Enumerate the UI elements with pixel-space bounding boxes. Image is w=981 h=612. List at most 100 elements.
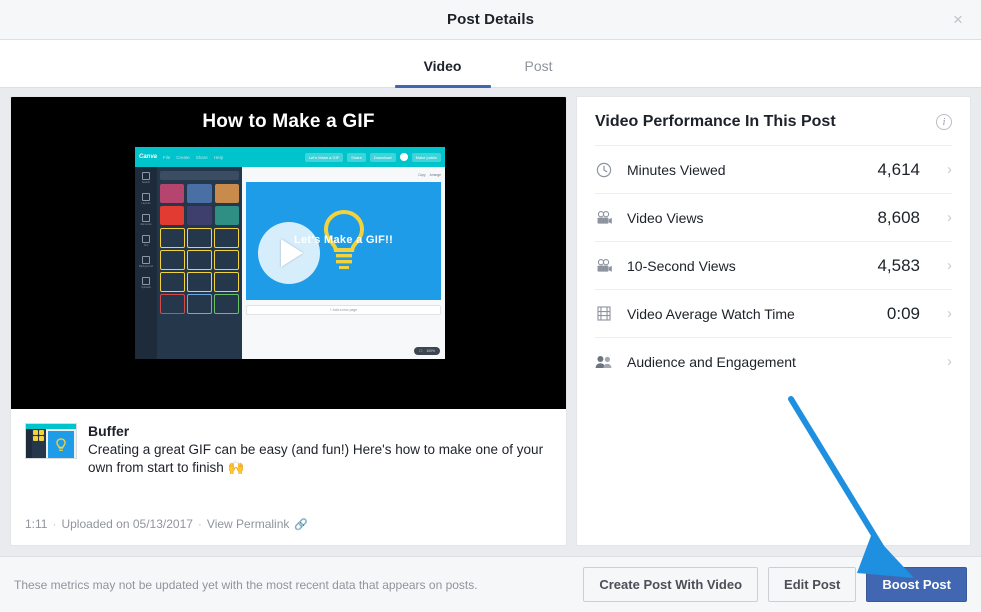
- canva-tile: [215, 206, 239, 225]
- thumb-swatch: [33, 430, 38, 435]
- video-duration: 1:11: [25, 517, 47, 531]
- canva-action-download: Download: [370, 153, 396, 162]
- canva-menu-item: Help: [214, 155, 223, 160]
- dialog-header: Post Details ×: [0, 0, 981, 40]
- post-header: Buffer Creating a great GIF can be easy …: [25, 423, 552, 477]
- rail-item-uploads: Uploads: [139, 277, 153, 289]
- canva-elements-panel: [157, 167, 242, 359]
- canva-tool-copy: Copy: [418, 173, 425, 177]
- play-icon: [281, 239, 303, 267]
- grid-icon: [160, 250, 185, 270]
- metric-value: 4,614: [877, 160, 920, 180]
- search-icon: [142, 172, 150, 180]
- close-icon[interactable]: ×: [947, 9, 969, 31]
- chevron-right-icon: ›: [934, 209, 952, 226]
- canva-tool-arrange: Arrange: [430, 173, 441, 177]
- canva-action-public: Make public: [412, 153, 441, 162]
- grid-icon: [160, 294, 185, 314]
- video-overlay-title: How to Make a GIF: [11, 111, 566, 133]
- info-icon[interactable]: i: [936, 114, 952, 130]
- rail-item-background: Background: [139, 256, 153, 268]
- metric-label: Video Views: [627, 210, 863, 226]
- post-thumbnail[interactable]: [25, 423, 77, 459]
- metric-row-average-watch-time[interactable]: Video Average Watch Time 0:09 ›: [595, 289, 952, 337]
- metric-label: Video Average Watch Time: [627, 306, 873, 322]
- post-meta: 1:11 · Uploaded on 05/13/2017 · View Per…: [25, 517, 552, 545]
- grid-icon: [187, 294, 212, 314]
- meta-separator: ·: [52, 517, 56, 531]
- canva-menu-item: Share: [196, 155, 208, 160]
- metric-label: 10-Second Views: [627, 258, 863, 274]
- rail-label: Layouts: [141, 202, 150, 205]
- thumb-swatch: [33, 436, 38, 441]
- chevron-right-icon: ›: [934, 305, 952, 322]
- canva-add-page-button: + Add a new page: [246, 305, 441, 315]
- thumb-swatch: [39, 430, 44, 435]
- metric-row-video-views[interactable]: Video Views 8,608 ›: [595, 193, 952, 241]
- post-message: Creating a great GIF can be easy (and fu…: [88, 441, 550, 477]
- thumb-swatch: [39, 436, 44, 441]
- text-icon: [142, 235, 150, 243]
- post-body: Buffer Creating a great GIF can be easy …: [88, 423, 550, 477]
- metric-label: Minutes Viewed: [627, 162, 863, 178]
- dialog-body: How to Make a GIF Canva File Create Shar…: [0, 88, 981, 556]
- rail-item-layouts: Layouts: [139, 193, 153, 205]
- rail-label: Elements: [141, 223, 152, 226]
- canva-menu-item: Create: [176, 155, 190, 160]
- thumb-panel: [32, 429, 46, 459]
- boost-post-button[interactable]: Boost Post: [866, 567, 967, 602]
- tab-post[interactable]: Post: [491, 58, 587, 87]
- metric-value: 4,583: [877, 256, 920, 276]
- meta-separator: ·: [198, 517, 202, 531]
- tab-video[interactable]: Video: [395, 58, 491, 87]
- metric-value: 0:09: [887, 304, 920, 324]
- canva-logo: Canva: [139, 154, 157, 160]
- video-post-card: How to Make a GIF Canva File Create Shar…: [10, 96, 567, 546]
- video-camera-icon: [595, 259, 613, 273]
- grid-icon: [187, 250, 212, 270]
- canva-toggle-icon: [400, 153, 408, 161]
- canva-zoom-value: 100%: [426, 349, 435, 353]
- metrics-disclaimer: These metrics may not be updated yet wit…: [14, 578, 573, 592]
- dialog-footer: These metrics may not be updated yet wit…: [0, 556, 981, 612]
- video-performance-panel: Video Performance In This Post i Minutes…: [576, 96, 971, 546]
- rail-item-search: Search: [139, 172, 153, 184]
- video-player[interactable]: How to Make a GIF Canva File Create Shar…: [11, 97, 566, 409]
- post-author: Buffer: [88, 423, 550, 439]
- canva-side-rail: Search Layouts Elements: [135, 167, 157, 359]
- create-post-with-video-button[interactable]: Create Post With Video: [583, 567, 758, 602]
- canva-tile: [187, 206, 211, 225]
- layouts-icon: [142, 193, 150, 201]
- post-details-dialog: Post Details × Video Post How to Make a …: [0, 0, 981, 612]
- metric-row-minutes-viewed[interactable]: Minutes Viewed 4,614 ›: [595, 145, 952, 193]
- canva-search-input: [160, 171, 239, 180]
- video-camera-icon: [595, 211, 613, 225]
- chevron-right-icon: ›: [934, 353, 952, 370]
- rail-item-elements: Elements: [139, 214, 153, 226]
- canva-tile: [160, 184, 184, 203]
- grid-icon: [214, 250, 239, 270]
- canva-canvas-tools: Copy Arrange: [246, 171, 441, 179]
- view-permalink-link[interactable]: View Permalink: [207, 517, 289, 531]
- canva-action-share: Share: [347, 153, 366, 162]
- rail-label: Background: [139, 265, 153, 268]
- grid-icon: [160, 272, 185, 292]
- metric-row-audience-engagement[interactable]: Audience and Engagement ›: [595, 337, 952, 385]
- lightbulb-icon: [55, 438, 67, 452]
- grid-icon: [187, 228, 212, 248]
- tab-post-label: Post: [524, 58, 552, 74]
- grid-icon: [187, 272, 212, 292]
- canva-zoom-icon: ☐: [419, 349, 422, 353]
- edit-post-button[interactable]: Edit Post: [768, 567, 856, 602]
- chevron-right-icon: ›: [934, 161, 952, 178]
- rail-item-text: Text: [139, 235, 153, 247]
- tab-video-label: Video: [424, 58, 462, 74]
- rail-label: Text: [144, 244, 149, 247]
- elements-icon: [142, 214, 150, 222]
- canva-tile: [215, 184, 239, 203]
- film-strip-icon: [595, 306, 613, 321]
- chevron-right-icon: ›: [934, 257, 952, 274]
- canva-tile-row: [160, 184, 239, 203]
- metric-row-10-second-views[interactable]: 10-Second Views 4,583 ›: [595, 241, 952, 289]
- play-button[interactable]: [258, 222, 320, 284]
